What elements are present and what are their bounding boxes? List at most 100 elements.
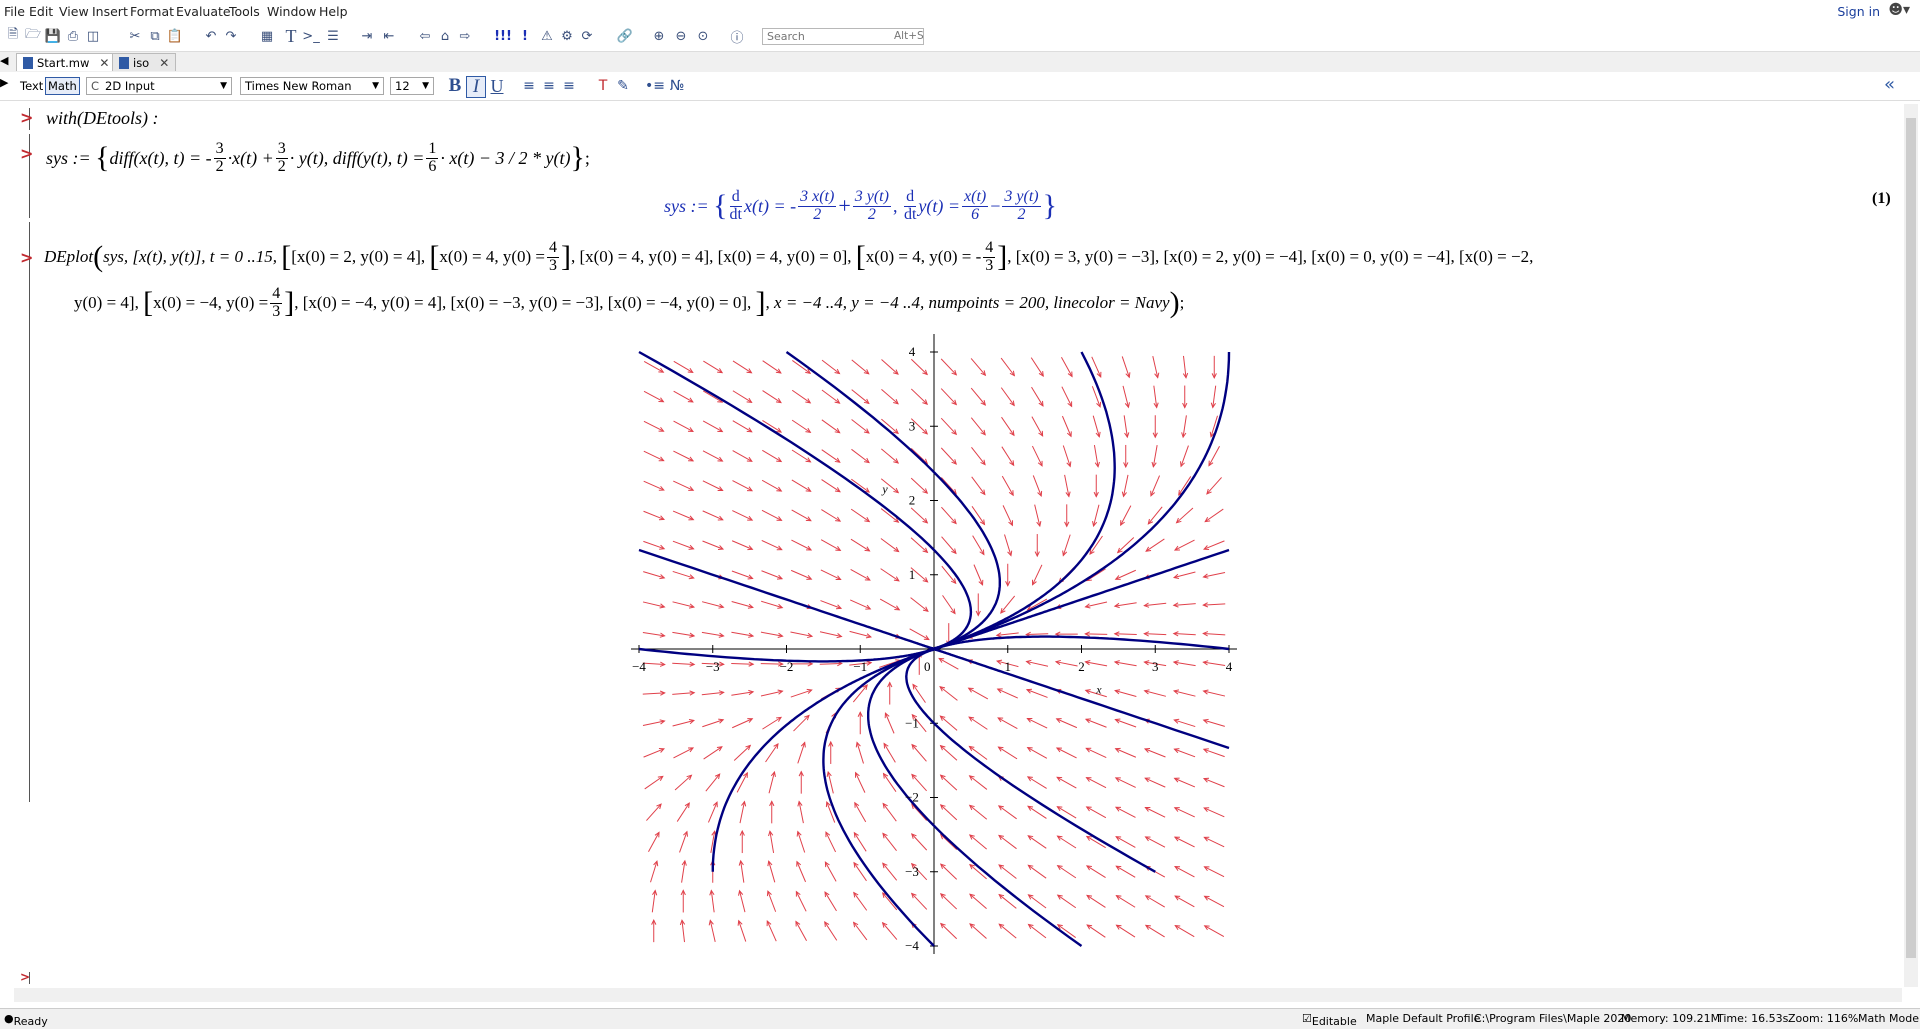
direction-arrow [648,832,659,851]
zoom-fit-icon[interactable]: ⊙ [694,27,712,45]
horizontal-scrollbar[interactable] [14,988,1902,1002]
direction-arrow [1175,926,1194,937]
underline-button[interactable]: U [488,76,506,96]
table-icon[interactable]: ▦ [258,27,276,45]
direction-arrow [763,391,781,403]
direction-arrow [703,481,723,491]
menu-edit[interactable]: Edit [29,4,53,19]
tab-scroll-left-icon[interactable]: ◀ [0,54,8,67]
menu-evaluate[interactable]: Evaluate [176,4,231,19]
input-style-select[interactable]: C 2D Input ▼ [86,77,232,95]
direction-arrow [999,865,1016,879]
execute-all-icon[interactable]: !!! [494,27,512,45]
chevron-down-icon: ▼ [372,81,379,91]
section-icon[interactable]: ☰ [324,27,342,45]
vertical-scrollbar-thumb[interactable] [1906,118,1916,958]
direction-arrow [762,450,781,461]
save-icon[interactable]: 💾 [44,27,62,45]
cut-icon[interactable]: ✂ [126,27,144,45]
y-axis-label: y [881,482,888,496]
outdent-icon[interactable]: ⇤ [380,27,398,45]
menu-tools[interactable]: Tools [229,4,260,19]
menu-window[interactable]: Window [267,4,316,19]
direction-arrow [972,506,984,524]
indent-icon[interactable]: ⇥ [358,27,376,45]
direction-arrow [910,629,929,640]
zoom-in-icon[interactable]: ⊕ [650,27,668,45]
restart-icon[interactable]: ⟳ [578,27,596,45]
direction-arrow [762,540,782,549]
math-mode-button[interactable]: Math [45,77,80,95]
bullet-list-icon[interactable]: •≡ [646,76,664,96]
direction-arrow [821,540,840,551]
editable-checkbox[interactable]: ☑ Editable [1302,1012,1312,1025]
italic-button[interactable]: I [466,76,486,98]
font-size-select[interactable]: 12 ▼ [390,77,434,95]
text-mode-button[interactable]: Text [20,79,43,93]
align-left-icon[interactable]: ≡ [520,76,538,96]
sign-in-link[interactable]: Sign in [1837,4,1880,19]
direction-arrow [998,747,1017,759]
direction-arrow [766,744,778,762]
align-right-icon[interactable]: ≡ [560,76,578,96]
tab-start[interactable]: Start.mw ✕ [16,53,116,71]
copy-icon[interactable]: ⧉ [146,27,164,45]
worksheet[interactable]: > with(DEtools) : > sys := { diff(x(t), … [14,104,1902,987]
direction-arrow [1146,837,1165,847]
bold-button[interactable]: B [446,76,464,96]
link-icon[interactable]: 🔗 [616,27,634,45]
highlight-icon[interactable]: ✎ [614,76,632,96]
tab-iso[interactable]: iso ✕ [112,53,176,71]
direction-arrow [941,389,956,405]
paste-icon[interactable]: 📋 [166,27,184,45]
numbered-list-icon[interactable]: № [668,76,686,96]
text-mode-icon[interactable]: T [282,27,300,45]
direction-arrow [1087,895,1105,907]
direction-arrow [1144,634,1166,635]
print-icon[interactable]: ⎙ [64,27,82,45]
collapse-panel-icon[interactable]: « [1884,74,1895,95]
close-icon[interactable]: ✕ [99,56,109,70]
text-color-icon[interactable]: T [594,76,612,96]
menu-format[interactable]: Format [130,4,174,19]
close-icon[interactable]: ✕ [159,56,169,70]
forward-icon[interactable]: ⇨ [456,27,474,45]
direction-arrow [939,658,958,669]
direction-arrow [971,418,985,435]
direction-arrow [1086,748,1106,757]
menu-insert[interactable]: Insert [92,4,128,19]
direction-arrow [970,835,987,849]
open-icon[interactable]: 🗁 [24,27,42,45]
direction-arrow [941,507,956,523]
zoom-out-icon[interactable]: ⊖ [672,27,690,45]
menu-help[interactable]: Help [319,4,348,19]
new-icon[interactable]: 🗎 [4,27,22,45]
redo-icon[interactable]: ↷ [222,27,240,45]
direction-arrow [884,774,896,792]
align-center-icon[interactable]: ≡ [540,76,558,96]
execute-icon[interactable]: ! [516,27,534,45]
home-icon[interactable]: ⌂ [436,27,454,45]
direction-arrow [820,663,842,664]
direction-arrow [703,391,722,402]
print-preview-icon[interactable]: ◫ [84,27,102,45]
direction-arrow [825,922,837,940]
direction-arrow [851,569,870,580]
search-shortcut-hint: Alt+S [894,30,924,42]
direction-arrow [973,536,984,555]
help-icon[interactable]: ⓘ [728,27,746,45]
direction-arrow [998,689,1018,698]
menu-view[interactable]: View [59,4,89,19]
debug-icon[interactable]: ⚙ [558,27,576,45]
stop-icon[interactable]: ⚠ [538,27,556,45]
user-icon[interactable]: ☻▾ [1888,2,1910,18]
prompt-icon[interactable]: >_ [302,27,320,45]
menu-file[interactable]: File [4,4,25,19]
font-select[interactable]: Times New Roman ▼ [240,77,384,95]
back-icon[interactable]: ⇦ [416,27,434,45]
undo-icon[interactable]: ↶ [202,27,220,45]
document-icon [119,57,129,69]
direction-arrow [1204,837,1224,846]
palette-toggle-icon[interactable]: ▶ [0,76,8,89]
phase-portrait-plot[interactable]: −4−3−2−11234−4−3−2−112340xy [14,104,1902,987]
